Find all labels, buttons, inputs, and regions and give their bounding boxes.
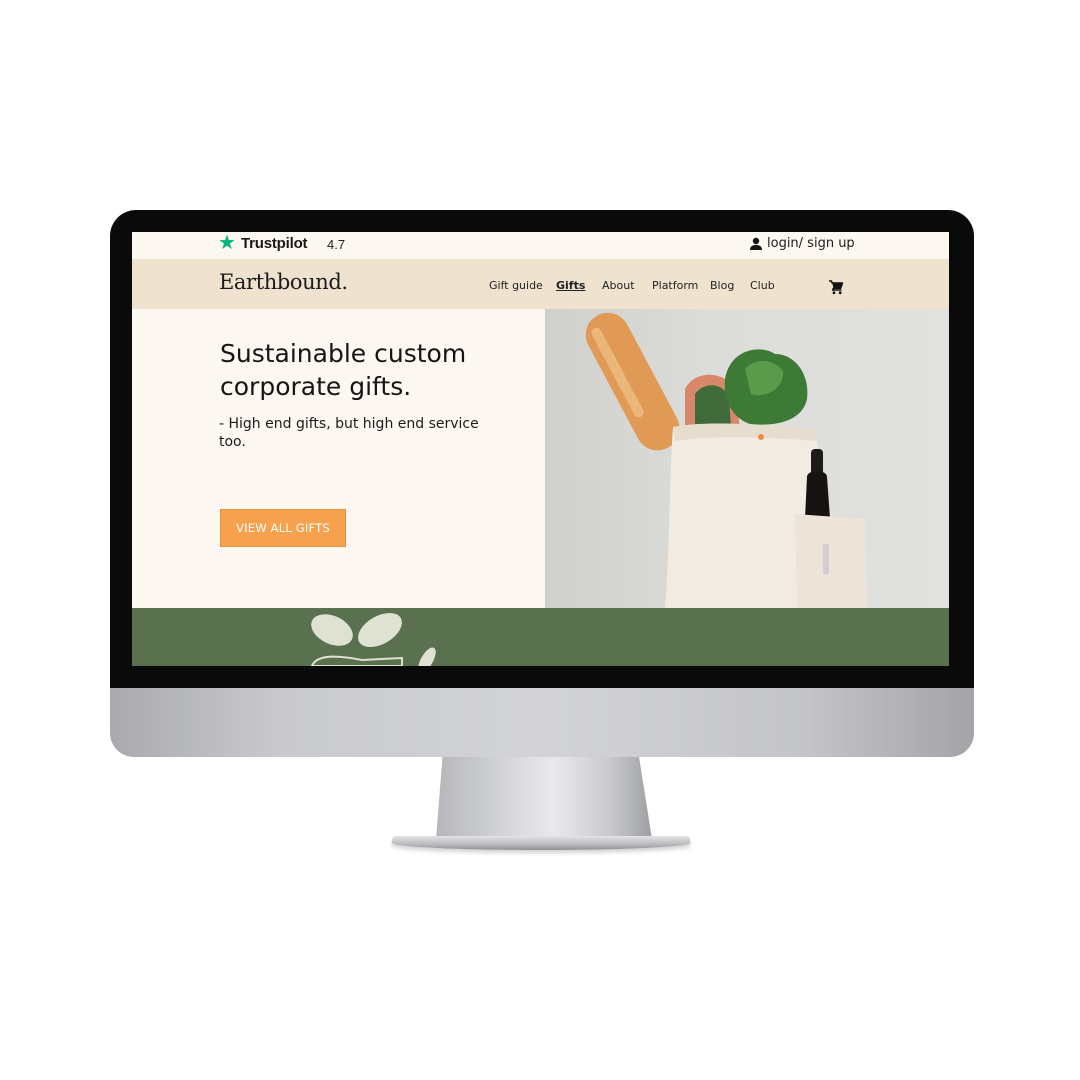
monitor-chin xyxy=(110,688,974,757)
hero-subtitle: - High end gifts, but high end service t… xyxy=(219,416,479,450)
screen: ★ Trustpilot 4.7 login/ sign up Earthbou… xyxy=(132,232,949,666)
view-all-gifts-button[interactable]: VIEW ALL GIFTS xyxy=(220,509,346,547)
hero-image xyxy=(545,309,949,608)
nav-item-club[interactable]: Club xyxy=(750,279,775,292)
baguette xyxy=(585,312,680,451)
top-bar: ★ Trustpilot 4.7 login/ sign up xyxy=(132,232,949,259)
nav-item-about[interactable]: About xyxy=(602,279,635,292)
leaf-illustration xyxy=(310,612,436,666)
featured-band xyxy=(132,608,949,666)
hero-section: Sustainable custom corporate gifts. - Hi… xyxy=(132,309,545,608)
trustpilot-logo[interactable]: Trustpilot xyxy=(241,235,308,252)
user-icon xyxy=(750,237,762,250)
cart-icon[interactable] xyxy=(828,279,844,295)
nav-item-blog[interactable]: Blog xyxy=(710,279,734,292)
nav-item-gifts[interactable]: Gifts xyxy=(556,279,585,292)
tote-bag-illustration xyxy=(585,312,867,608)
main-navbar: Earthbound. Gift guide Gifts About Platf… xyxy=(132,259,949,309)
trustpilot-rating: 4.7 xyxy=(327,237,346,252)
monitor-stand-neck xyxy=(436,757,652,839)
brand-logo[interactable]: Earthbound. xyxy=(219,270,348,294)
nav-item-gift-guide[interactable]: Gift guide xyxy=(489,279,543,292)
hero-title: Sustainable custom corporate gifts. xyxy=(220,339,467,401)
nav-item-platform[interactable]: Platform xyxy=(652,279,698,292)
monitor-stand-base xyxy=(392,836,690,850)
login-label: login/ sign up xyxy=(767,236,855,251)
login-link[interactable]: login/ sign up xyxy=(749,236,855,251)
star-icon: ★ xyxy=(218,232,236,254)
